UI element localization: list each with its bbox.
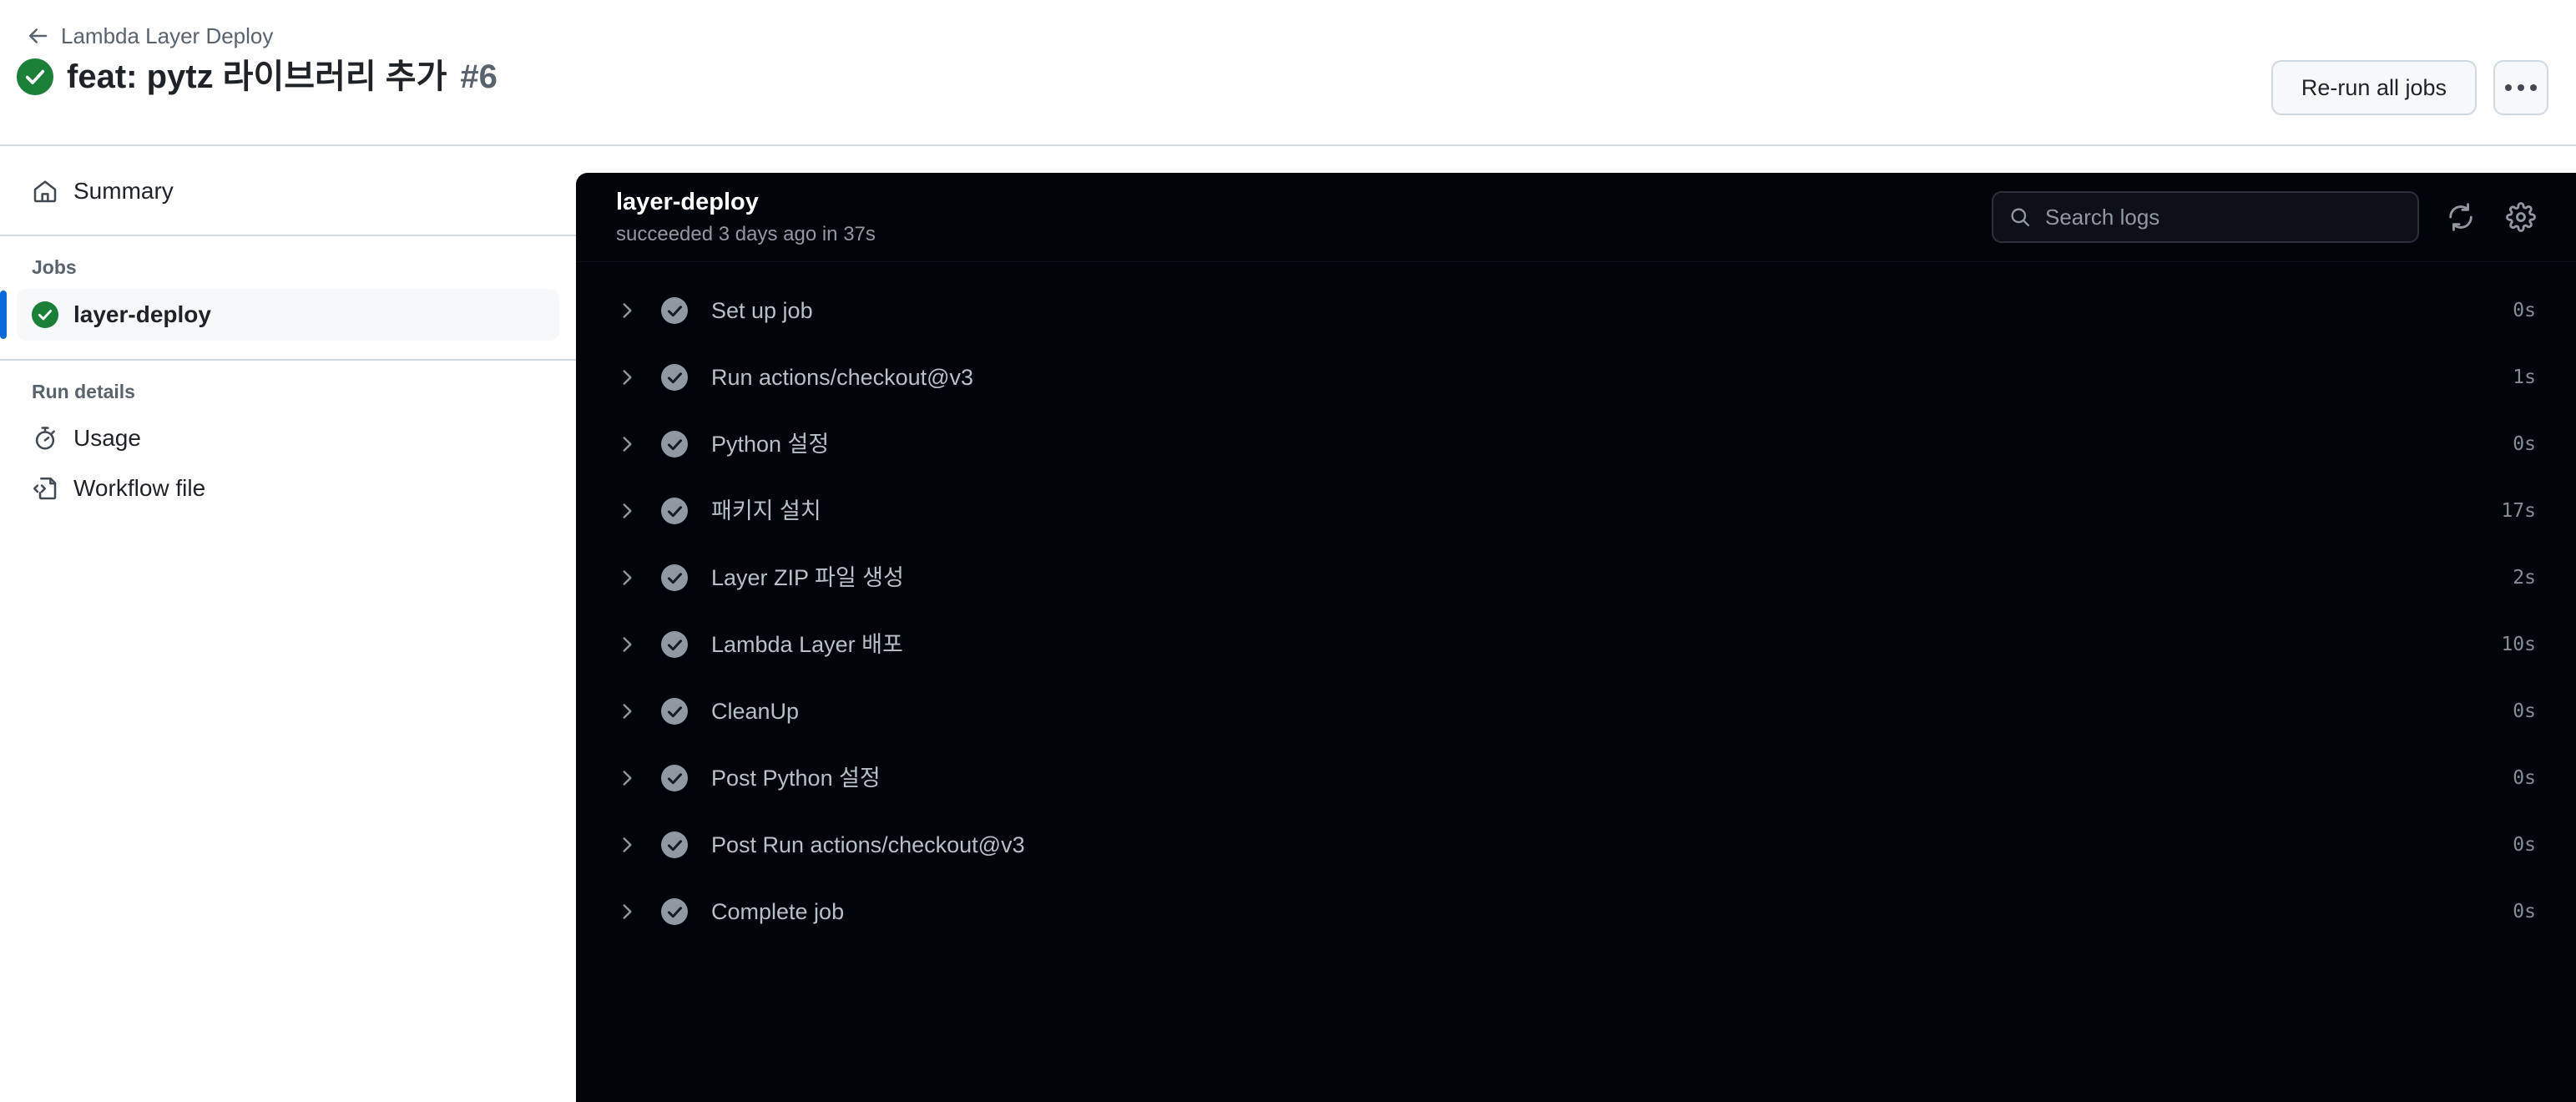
page-title: feat: pytz 라이브러리 추가: [67, 58, 447, 95]
check-circle-icon: [661, 431, 688, 457]
log-step-name: Run actions/checkout@v3: [711, 364, 974, 390]
log-step-duration: 0s: [2513, 766, 2536, 789]
file-code-icon: [33, 478, 57, 500]
refresh-icon: [2449, 203, 2472, 231]
log-step-name: 패키지 설치: [711, 498, 821, 523]
log-job-status: succeeded 3 days ago in 37s: [616, 223, 876, 246]
chevron-right-icon: [623, 503, 632, 518]
log-step-name: Post Run actions/checkout@v3: [711, 832, 1025, 857]
chevron-right-icon: [623, 370, 632, 385]
header-actions: Re-run all jobs: [2270, 60, 2548, 115]
log-step-name: Layer ZIP 파일 생성: [711, 564, 904, 590]
log-step-name: Set up job: [711, 297, 813, 323]
log-job-name: layer-deploy: [616, 188, 759, 215]
check-circle-icon: [661, 698, 688, 725]
search-icon: [2011, 208, 2030, 227]
sidebar-job-label: layer-deploy: [73, 301, 211, 327]
sidebar-item-usage[interactable]: Usage: [17, 413, 559, 463]
log-step-duration: 10s: [2501, 633, 2536, 655]
log-step-row[interactable]: Post Python 설정 0s: [576, 745, 2576, 811]
chevron-right-icon: [623, 837, 632, 852]
sidebar-item-summary[interactable]: Summary: [17, 166, 559, 216]
log-step-duration: 0s: [2513, 432, 2536, 455]
log-panel: layer-deploy succeeded 3 days ago in 37s: [576, 173, 2576, 1102]
check-circle-icon: [32, 301, 58, 328]
log-step-row[interactable]: Layer ZIP 파일 생성 2s: [576, 544, 2576, 611]
arrow-left-icon: [29, 28, 48, 43]
rerun-all-jobs-button[interactable]: Re-run all jobs: [2270, 60, 2477, 115]
check-circle-icon: [661, 364, 688, 391]
log-toolbar: [1992, 191, 2539, 243]
log-step-row[interactable]: Run actions/checkout@v3 1s: [576, 344, 2576, 411]
check-circle-icon: [661, 898, 688, 925]
sidebar-item-label: Summary: [73, 178, 174, 204]
chevron-right-icon: [623, 771, 632, 786]
chevron-right-icon: [623, 303, 632, 318]
log-step-name: Lambda Layer 배포: [711, 631, 903, 657]
log-step-name: Python 설정: [711, 431, 830, 457]
log-step-row[interactable]: CleanUp 0s: [576, 678, 2576, 745]
log-step-row[interactable]: Python 설정 0s: [576, 411, 2576, 478]
log-step-row[interactable]: 패키지 설치 17s: [576, 478, 2576, 544]
chevron-right-icon: [623, 570, 632, 585]
chevron-right-icon: [623, 637, 632, 652]
run-header: Lambda Layer Deploy feat: pytz 라이브러리 추가 …: [0, 0, 2576, 146]
kebab-dot: [2530, 84, 2537, 91]
check-circle-icon: [661, 297, 688, 324]
log-step-row[interactable]: Post Run actions/checkout@v3 0s: [576, 811, 2576, 878]
chevron-right-icon: [623, 904, 632, 919]
check-circle-icon: [661, 564, 688, 591]
stopwatch-icon: [35, 427, 55, 450]
sidebar: Summary Jobs layer-deploy Run details Us…: [0, 148, 576, 1102]
log-step-duration: 2s: [2513, 566, 2536, 589]
chevron-right-icon: [623, 437, 632, 452]
sidebar-item-job-layer-deploy[interactable]: layer-deploy: [0, 289, 559, 341]
log-settings-button[interactable]: [2503, 199, 2539, 235]
sidebar-item-label: Usage: [73, 425, 141, 451]
sidebar-item-label: Workflow file: [73, 475, 206, 501]
home-icon: [33, 180, 57, 203]
log-job-info: layer-deploy succeeded 3 days ago in 37s: [616, 187, 876, 247]
breadcrumb[interactable]: Lambda Layer Deploy: [25, 23, 273, 48]
log-step-duration: 17s: [2501, 499, 2536, 522]
log-step-name: CleanUp: [711, 698, 800, 724]
run-number: #6: [460, 58, 498, 95]
check-circle-icon: [661, 765, 688, 791]
sidebar-item-workflow-file[interactable]: Workflow file: [17, 463, 559, 513]
search-logs-box[interactable]: [1992, 191, 2419, 243]
gear-icon: [2506, 202, 2536, 232]
kebab-dot: [2518, 84, 2524, 91]
log-step-name: Complete job: [711, 898, 845, 924]
jobs-section-title: Jobs: [32, 256, 77, 278]
check-circle-icon: [661, 498, 688, 524]
log-step-row[interactable]: Set up job 0s: [576, 277, 2576, 344]
check-circle-icon: [17, 58, 53, 95]
kebab-horizontal-icon[interactable]: [2493, 60, 2548, 115]
log-step-row[interactable]: Lambda Layer 배포 10s: [576, 611, 2576, 678]
log-step-duration: 0s: [2513, 833, 2536, 856]
log-panel-header: layer-deploy succeeded 3 days ago in 37s: [576, 173, 2576, 262]
log-step-duration: 0s: [2513, 700, 2536, 722]
actions-run-page: Lambda Layer Deploy feat: pytz 라이브러리 추가 …: [0, 0, 2576, 1102]
run-details-section-title: Run details: [32, 381, 135, 402]
check-circle-icon: [661, 631, 688, 658]
log-step-name: Post Python 설정: [711, 765, 881, 791]
log-step-list: Set up job 0s Run actions/checkout@v3 1s Pyt…: [576, 262, 2576, 945]
search-logs-input[interactable]: [2045, 193, 2402, 241]
refresh-logs-button[interactable]: [2442, 199, 2479, 235]
log-step-duration: 1s: [2513, 366, 2536, 388]
kebab-dot: [2505, 84, 2512, 91]
log-step-duration: 0s: [2513, 900, 2536, 923]
log-step-row[interactable]: Complete job 0s: [576, 878, 2576, 945]
chevron-right-icon: [623, 704, 632, 719]
breadcrumb-label: Lambda Layer Deploy: [61, 23, 274, 48]
log-step-duration: 0s: [2513, 299, 2536, 321]
run-title-row: feat: pytz 라이브러리 추가 #6: [17, 58, 498, 95]
check-circle-icon: [661, 832, 688, 858]
